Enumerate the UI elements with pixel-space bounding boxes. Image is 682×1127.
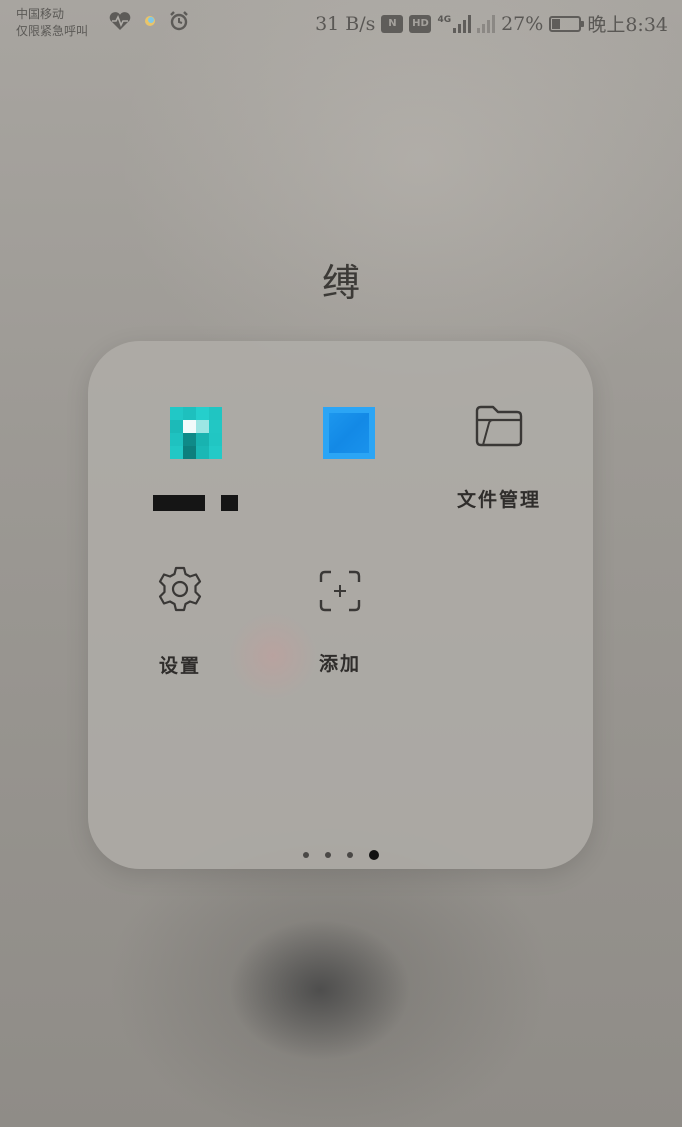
carrier-info: 中国移动 仅限紧急呼叫: [16, 6, 88, 40]
alarm-icon: [168, 10, 190, 36]
app-label: 设置: [158, 655, 201, 677]
folder-title[interactable]: 缚: [0, 252, 682, 307]
battery-percent: 27%: [501, 12, 544, 35]
app-label: 文件管理: [456, 489, 541, 511]
settings-app[interactable]: 设置: [105, 565, 255, 677]
pixelated-blue-app-icon: [323, 407, 375, 459]
weather-icon: [142, 13, 158, 33]
network-type-label: 4G: [437, 14, 452, 25]
add-app-button[interactable]: 添加: [265, 569, 415, 679]
folder-panel: 文件管理 设置 添加: [88, 341, 593, 869]
net-speed: 31 B/s: [315, 12, 376, 35]
status-bar: 中国移动 仅限紧急呼叫 31 B/s N HD 4G 27% 晚上8:34: [0, 0, 682, 52]
status-indicators: 31 B/s N HD 4G 27% 晚上8:34: [315, 10, 668, 37]
page-indicator[interactable]: [88, 850, 593, 860]
app-2[interactable]: [274, 407, 424, 517]
signal-no-service-icon: [477, 14, 496, 33]
signal-bars: [453, 14, 472, 33]
redacted-label-block: [221, 495, 238, 511]
heart-rate-icon: [108, 11, 132, 35]
battery-icon: [549, 15, 585, 32]
battery-fill: [552, 18, 560, 29]
page-dot-2[interactable]: [324, 852, 331, 858]
page-dot-4[interactable]: [368, 850, 379, 860]
clock: 晚上8:34: [587, 14, 668, 36]
emergency-only-text: 仅限紧急呼叫: [16, 24, 89, 38]
page-dot-1[interactable]: [302, 852, 309, 858]
app-1[interactable]: [121, 407, 271, 517]
redacted-label-block: [153, 495, 205, 511]
nfc-icon: N: [381, 14, 404, 33]
carrier-name: 中国移动: [16, 7, 65, 21]
gear-icon: [156, 565, 204, 617]
page-dot-3[interactable]: [346, 852, 353, 858]
app-label: 添加: [318, 653, 361, 675]
notification-icons: [108, 10, 190, 36]
pixelated-teal-app-icon: [170, 407, 222, 459]
hd-icon: HD: [409, 14, 432, 33]
folder-icon: [473, 403, 525, 453]
signal-4g-icon: 4G: [437, 14, 472, 33]
file-manager-app[interactable]: 文件管理: [424, 403, 574, 513]
add-icon: [318, 569, 362, 617]
